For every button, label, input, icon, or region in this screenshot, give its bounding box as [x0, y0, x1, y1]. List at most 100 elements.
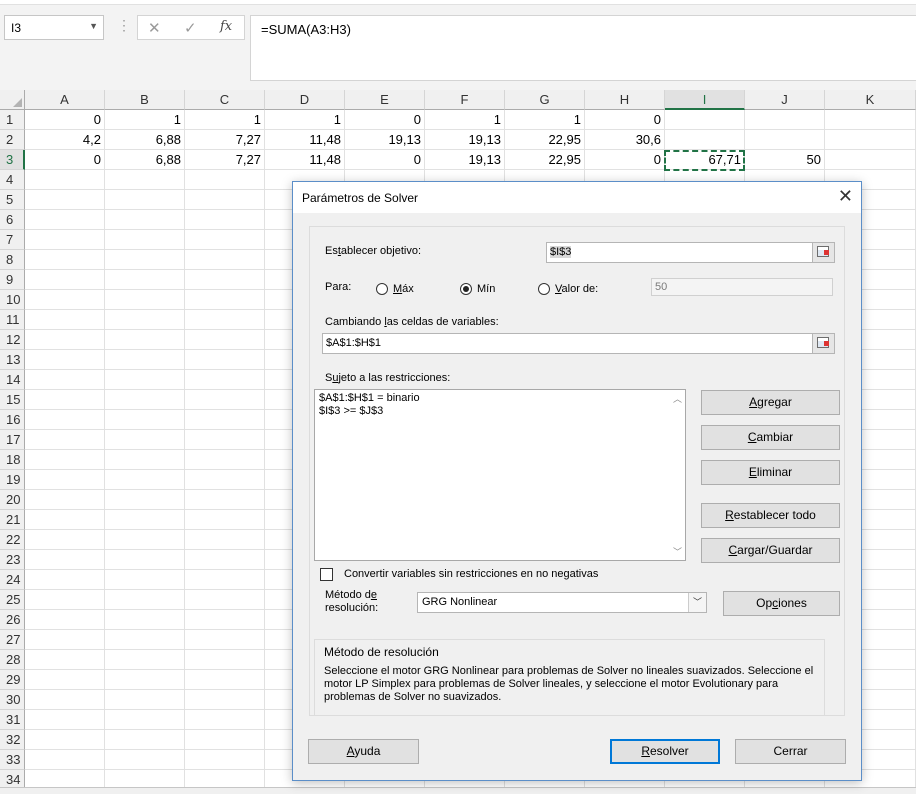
cell-b12[interactable] — [105, 330, 185, 350]
cell-b29[interactable] — [105, 670, 185, 690]
cell-c25[interactable] — [185, 590, 265, 610]
cell-b6[interactable] — [105, 210, 185, 230]
cell-c18[interactable] — [185, 450, 265, 470]
row-header-8[interactable]: 8 — [0, 250, 25, 270]
cell-d3[interactable]: 11,48 — [265, 150, 345, 170]
cell-b13[interactable] — [105, 350, 185, 370]
row-header-22[interactable]: 22 — [0, 530, 25, 550]
cell-a29[interactable] — [25, 670, 105, 690]
value-of-input[interactable]: 50 — [651, 278, 833, 296]
cell-a15[interactable] — [25, 390, 105, 410]
collapse-dialog-button-2[interactable] — [812, 334, 834, 353]
cell-a4[interactable] — [25, 170, 105, 190]
cell-c3[interactable]: 7,27 — [185, 150, 265, 170]
chevron-down-icon[interactable]: ﹀ — [688, 593, 706, 612]
cell-a12[interactable] — [25, 330, 105, 350]
cell-b25[interactable] — [105, 590, 185, 610]
cell-k2[interactable] — [825, 130, 916, 150]
cell-b28[interactable] — [105, 650, 185, 670]
formula-input[interactable]: =SUMA(A3:H3) — [250, 15, 916, 81]
cell-c6[interactable] — [185, 210, 265, 230]
row-header-18[interactable]: 18 — [0, 450, 25, 470]
row-header-7[interactable]: 7 — [0, 230, 25, 250]
cell-a17[interactable] — [25, 430, 105, 450]
cell-b18[interactable] — [105, 450, 185, 470]
cell-c26[interactable] — [185, 610, 265, 630]
constraints-scrollbar[interactable]: ︿ ﹀ — [670, 390, 685, 560]
row-header-15[interactable]: 15 — [0, 390, 25, 410]
cell-b7[interactable] — [105, 230, 185, 250]
cell-b24[interactable] — [105, 570, 185, 590]
radio-max[interactable] — [376, 283, 388, 295]
cell-g1[interactable]: 1 — [505, 110, 585, 130]
cell-j1[interactable] — [745, 110, 825, 130]
cell-a26[interactable] — [25, 610, 105, 630]
cell-a1[interactable]: 0 — [25, 110, 105, 130]
column-header-k[interactable]: K — [825, 90, 916, 110]
cell-b26[interactable] — [105, 610, 185, 630]
cell-g2[interactable]: 22,95 — [505, 130, 585, 150]
cell-c7[interactable] — [185, 230, 265, 250]
cell-a20[interactable] — [25, 490, 105, 510]
cell-b20[interactable] — [105, 490, 185, 510]
column-header-d[interactable]: D — [265, 90, 345, 110]
cell-b3[interactable]: 6,88 — [105, 150, 185, 170]
cell-c31[interactable] — [185, 710, 265, 730]
cell-a16[interactable] — [25, 410, 105, 430]
cell-c11[interactable] — [185, 310, 265, 330]
close-button[interactable]: Cerrar — [735, 739, 846, 764]
cell-a14[interactable] — [25, 370, 105, 390]
cell-a31[interactable] — [25, 710, 105, 730]
cell-h3[interactable]: 0 — [585, 150, 665, 170]
cell-c19[interactable] — [185, 470, 265, 490]
cell-c9[interactable] — [185, 270, 265, 290]
cell-c29[interactable] — [185, 670, 265, 690]
cell-c12[interactable] — [185, 330, 265, 350]
cell-a25[interactable] — [25, 590, 105, 610]
cell-c28[interactable] — [185, 650, 265, 670]
cell-b2[interactable]: 6,88 — [105, 130, 185, 150]
cell-b33[interactable] — [105, 750, 185, 770]
cell-f3[interactable]: 19,13 — [425, 150, 505, 170]
cell-c2[interactable]: 7,27 — [185, 130, 265, 150]
row-header-10[interactable]: 10 — [0, 290, 25, 310]
row-header-13[interactable]: 13 — [0, 350, 25, 370]
cell-a30[interactable] — [25, 690, 105, 710]
row-header-5[interactable]: 5 — [0, 190, 25, 210]
column-header-g[interactable]: G — [505, 90, 585, 110]
cell-e1[interactable]: 0 — [345, 110, 425, 130]
cell-c4[interactable] — [185, 170, 265, 190]
cell-b32[interactable] — [105, 730, 185, 750]
row-header-21[interactable]: 21 — [0, 510, 25, 530]
nonnegative-checkbox[interactable] — [320, 568, 333, 581]
cell-c22[interactable] — [185, 530, 265, 550]
select-all-corner[interactable] — [0, 90, 25, 110]
cell-a28[interactable] — [25, 650, 105, 670]
reset-all-button[interactable]: Restablecer todo — [701, 503, 840, 528]
cell-c17[interactable] — [185, 430, 265, 450]
cell-d2[interactable]: 11,48 — [265, 130, 345, 150]
radio-value-of[interactable] — [538, 283, 550, 295]
cell-a10[interactable] — [25, 290, 105, 310]
cell-f1[interactable]: 1 — [425, 110, 505, 130]
row-header-17[interactable]: 17 — [0, 430, 25, 450]
cell-g3[interactable]: 22,95 — [505, 150, 585, 170]
cell-b10[interactable] — [105, 290, 185, 310]
cell-i3[interactable]: 67,71 — [665, 150, 745, 170]
cell-i1[interactable] — [665, 110, 745, 130]
column-header-e[interactable]: E — [345, 90, 425, 110]
cell-a24[interactable] — [25, 570, 105, 590]
column-header-i[interactable]: I — [665, 90, 745, 110]
constraints-list[interactable]: $A$1:$H$1 = binario $I$3 >= $J$3 ︿ ﹀ — [314, 389, 686, 561]
cell-h1[interactable]: 0 — [585, 110, 665, 130]
help-button[interactable]: Ayuda — [308, 739, 419, 764]
cell-a3[interactable]: 0 — [25, 150, 105, 170]
row-header-33[interactable]: 33 — [0, 750, 25, 770]
scroll-down-icon[interactable]: ﹀ — [673, 545, 682, 558]
cell-a8[interactable] — [25, 250, 105, 270]
cell-e3[interactable]: 0 — [345, 150, 425, 170]
cell-a18[interactable] — [25, 450, 105, 470]
row-header-6[interactable]: 6 — [0, 210, 25, 230]
cell-b27[interactable] — [105, 630, 185, 650]
cell-c20[interactable] — [185, 490, 265, 510]
